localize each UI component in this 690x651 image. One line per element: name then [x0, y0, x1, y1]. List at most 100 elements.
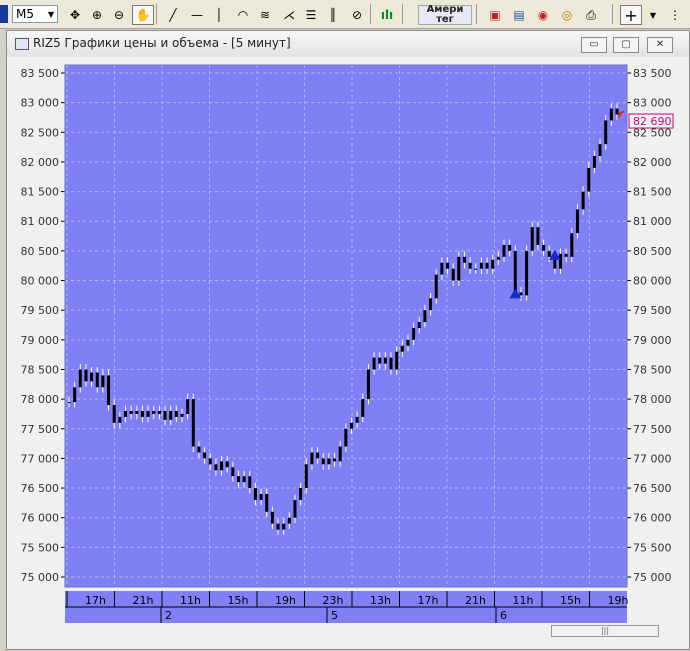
move-icon[interactable]: ✥ [64, 5, 86, 25]
arc-icon[interactable]: ◠ [232, 5, 254, 25]
candle-body [349, 422, 353, 429]
candle-body [479, 262, 483, 269]
x-tick-label: 13h [370, 594, 391, 607]
candle-body [214, 464, 218, 471]
news-button[interactable]: Амери тег [418, 5, 472, 25]
candle-body [400, 345, 404, 352]
candle-body [355, 416, 359, 423]
y-tick-label-right: 83 000 [633, 97, 672, 110]
stop-icon[interactable]: ◉ [532, 5, 554, 25]
y-tick-label-left: 76 000 [21, 512, 60, 525]
candle-body [530, 227, 534, 251]
candle-body [152, 410, 156, 414]
candle-body [236, 476, 240, 483]
candle-body [118, 416, 122, 423]
y-tick-label-right: 81 500 [633, 186, 672, 199]
y-tick-label-left: 81 500 [21, 186, 60, 199]
zoom-in-icon[interactable]: ⊕ [86, 5, 108, 25]
candle-body [310, 452, 314, 465]
candle-body [338, 446, 342, 462]
candle-body [519, 292, 523, 296]
candle-body [395, 351, 399, 370]
add-symbol-button[interactable]: + [620, 5, 642, 25]
candle-body [242, 476, 246, 483]
y-tick-label-left: 77 000 [21, 452, 60, 465]
candle-body [361, 399, 365, 417]
hand-icon[interactable]: ✋ [132, 5, 154, 25]
day-label: 6 [500, 609, 507, 622]
candle-body [333, 458, 337, 462]
bars-chart-icon[interactable]: ılı [376, 5, 398, 25]
x-tick-label: 17h [85, 594, 106, 607]
y-tick-label-left: 80 000 [21, 275, 60, 288]
candle-body [73, 387, 77, 403]
candle-body [547, 250, 551, 257]
candle-body [197, 446, 201, 453]
candle-body [180, 413, 184, 417]
candle-body [440, 262, 444, 275]
y-tick-label-right: 81 000 [633, 215, 672, 228]
horizontal-scrollbar[interactable]: ||| [551, 625, 659, 637]
x-tick-label: 19h [608, 594, 629, 607]
candle-body [140, 410, 144, 417]
y-tick-label-right: 80 000 [633, 275, 672, 288]
money-icon[interactable]: ◎ [556, 5, 578, 25]
y-tick-label-left: 80 500 [21, 245, 60, 258]
candle-body [265, 493, 269, 512]
horizontal-line-icon[interactable]: — [186, 5, 208, 25]
chevron-down-icon[interactable]: ▼ [642, 5, 664, 25]
candle-body [327, 458, 331, 465]
y-tick-label-right: 77 000 [633, 452, 672, 465]
portfolio-icon[interactable]: ▤ [508, 5, 530, 25]
candle-body [78, 369, 82, 388]
y-tick-label-right: 78 000 [633, 393, 672, 406]
candle-body [604, 120, 608, 145]
candle-body [287, 517, 291, 524]
candle-body [101, 375, 105, 388]
fibonacci-icon[interactable]: ☰ [300, 5, 322, 25]
candle-body [457, 256, 461, 281]
y-tick-label-left: 79 500 [21, 304, 60, 317]
candle-body [248, 476, 252, 489]
news-line-2: тег [436, 14, 454, 25]
settings-icon[interactable]: ⋮ [664, 5, 686, 25]
zoom-out-icon[interactable]: ⊖ [108, 5, 130, 25]
orders-icon[interactable]: ▣ [484, 5, 506, 25]
candle-body [592, 156, 596, 168]
toolbar-edge-icon [0, 5, 8, 23]
y-tick-label-left: 79 000 [21, 334, 60, 347]
y-tick-label-left: 77 500 [21, 423, 60, 436]
x-tick-label: 11h [180, 594, 201, 607]
y-tick-label-right: 79 000 [633, 334, 672, 347]
candle-body [615, 108, 619, 115]
candle-body [474, 268, 478, 270]
chevron-down-icon: ▼ [47, 9, 54, 19]
channel-icon[interactable]: ≋ [254, 5, 276, 25]
candle-body [559, 253, 563, 269]
y-tick-label-right: 83 500 [633, 67, 672, 80]
candle-body [485, 262, 489, 269]
vertical-line-icon[interactable]: │ [208, 5, 230, 25]
candle-body [372, 357, 376, 370]
candle-body [513, 250, 517, 293]
y-tick-label-left: 78 000 [21, 393, 60, 406]
print-icon[interactable]: ⎙ [580, 5, 602, 25]
y-tick-label-left: 76 500 [21, 482, 60, 495]
timeframe-select[interactable]: M5 ▼ [12, 5, 58, 23]
candle-body [163, 410, 167, 420]
y-tick-label-right: 80 500 [633, 245, 672, 258]
hide-icon[interactable]: ⊘ [346, 5, 368, 25]
candle-body [378, 357, 382, 364]
x-tick-label: 15h [560, 594, 581, 607]
candle-body [581, 191, 585, 210]
candle-body [304, 464, 308, 489]
cycle-lines-icon[interactable]: ║ [322, 5, 344, 25]
add-icon: + [624, 5, 638, 25]
candle-body [575, 209, 579, 234]
toolbar-divider [370, 4, 371, 24]
trendline-icon[interactable]: ╱ [162, 5, 184, 25]
price-chart[interactable]: 75 000 75 000 75 500 75 500 76 000 76 000 76 5… [7, 31, 690, 651]
fan-icon[interactable]: ⋌ [278, 5, 300, 25]
candle-body [276, 523, 280, 530]
y-tick-label-left: 83 500 [21, 67, 60, 80]
